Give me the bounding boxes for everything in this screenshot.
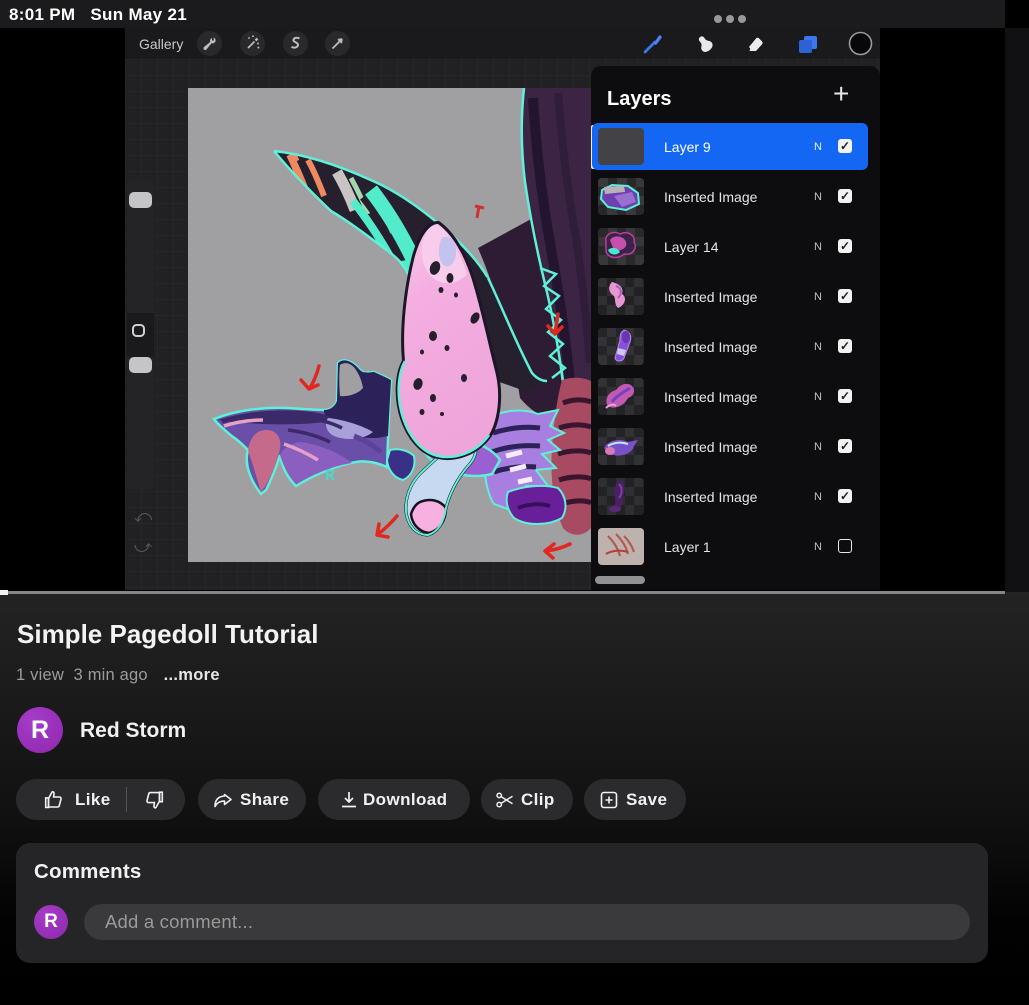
svg-text:R: R [325,467,335,485]
